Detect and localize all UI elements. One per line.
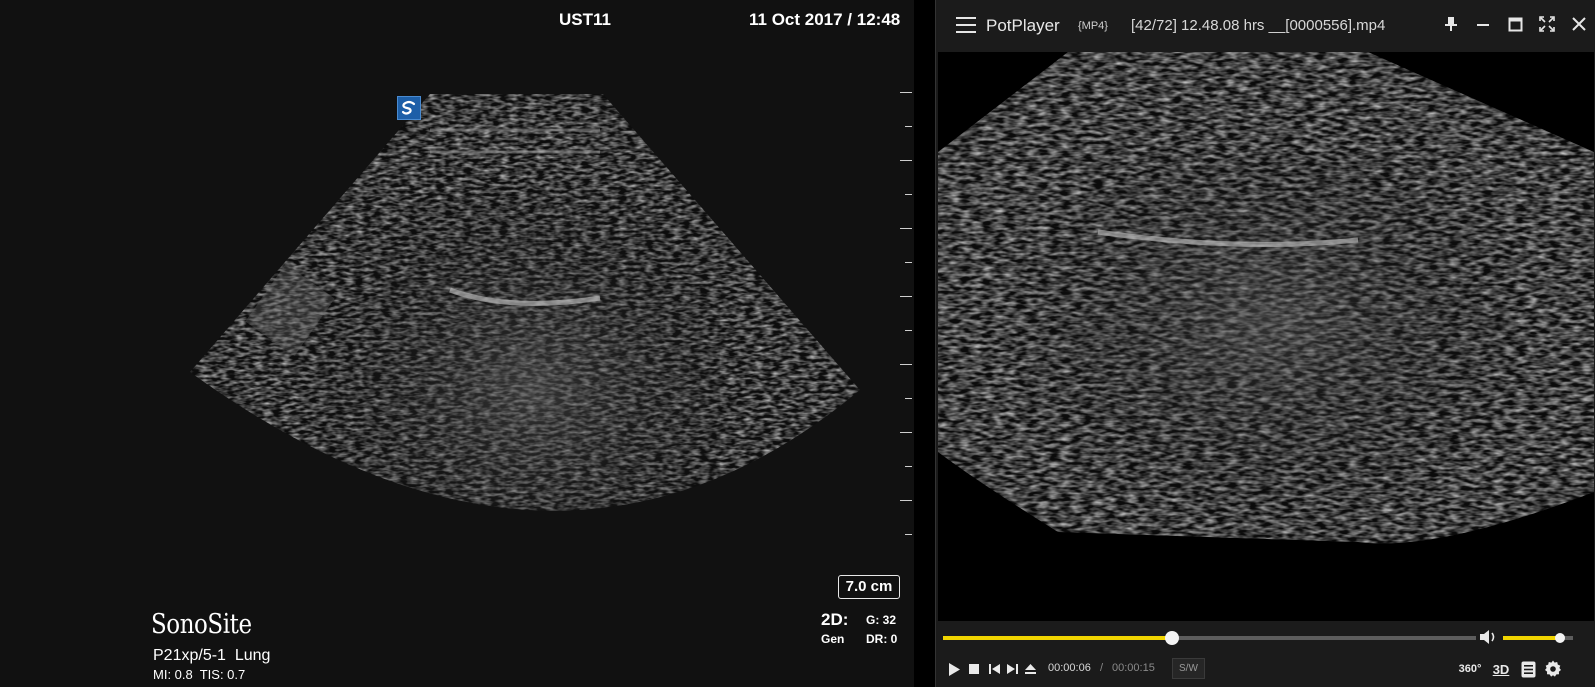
depth-scale [900, 92, 912, 542]
safety-indices: MI: 0.8 TIS: 0.7 [153, 667, 246, 682]
video-frame[interactable] [938, 52, 1594, 621]
volume-handle[interactable] [1555, 633, 1566, 643]
study-datetime: 11 Oct 2017 / 12:48 [749, 10, 901, 29]
study-id: UST11 [559, 10, 611, 29]
gain-readout: G: 32 [866, 613, 897, 627]
settings-gear-icon[interactable] [1542, 654, 1564, 684]
volume-icon[interactable] [1478, 628, 1498, 646]
depth-tick [900, 228, 912, 229]
playlist-icon[interactable] [1518, 654, 1538, 684]
total-time: 00:00:15 [1112, 662, 1155, 674]
depth-tick [905, 534, 912, 535]
next-icon[interactable] [1004, 654, 1020, 684]
depth-tick [900, 500, 912, 501]
vr-360-button[interactable]: 360° [1456, 654, 1484, 684]
depth-tick [900, 432, 912, 433]
depth-tick [900, 160, 912, 161]
stop-icon[interactable] [966, 654, 982, 684]
potplayer-window: PotPlayer {MP4} [42/72] 12.48.08 hrs __[… [935, 0, 1595, 687]
play-icon[interactable] [944, 654, 964, 684]
probe-preset: P21xp/5-1 Lung [153, 647, 271, 664]
seek-handle[interactable] [1165, 631, 1180, 645]
volume-slider[interactable] [1503, 630, 1573, 646]
previous-icon[interactable] [986, 654, 1002, 684]
maximize-icon[interactable] [1506, 14, 1524, 34]
depth-tick [900, 364, 912, 365]
sonosite-s-logo-icon [397, 96, 421, 120]
close-icon[interactable] [1570, 14, 1588, 34]
playback-controls: 00:00:06 / 00:00:15 S/W 360° 3D [936, 654, 1595, 684]
dynamic-range-readout: DR: 0 [866, 632, 898, 646]
volume-level [1503, 636, 1561, 640]
brand-logo: SonoSite [151, 609, 252, 640]
ultrasound-image [190, 94, 860, 511]
sw-codec-toggle[interactable]: S/W [1172, 658, 1205, 679]
depth-tick [905, 466, 912, 467]
file-title: [42/72] 12.48.08 hrs __[0000556].mp4 [1131, 17, 1386, 34]
depth-tick [905, 330, 912, 331]
exam-preset: Gen [821, 632, 845, 646]
depth-tick [905, 194, 912, 195]
depth-tick [905, 262, 912, 263]
seek-progress [943, 636, 1173, 640]
imaging-mode: 2D: [821, 610, 849, 629]
eject-icon[interactable] [1022, 654, 1038, 684]
fullscreen-icon[interactable] [1538, 14, 1556, 34]
depth-readout: 7.0 cm [838, 575, 900, 599]
format-badge: {MP4} [1078, 20, 1108, 32]
time-separator: / [1100, 662, 1104, 674]
minimize-icon[interactable] [1474, 14, 1492, 34]
depth-tick [905, 398, 912, 399]
app-name: PotPlayer [986, 16, 1060, 35]
seek-bar[interactable] [943, 630, 1476, 646]
depth-tick [905, 126, 912, 127]
hamburger-menu-icon[interactable] [956, 17, 976, 33]
ultrasound-display: UST11 11 Oct 2017 / 12:48 7.0 cm SonoSit… [0, 0, 914, 687]
video-ultrasound-image [938, 52, 1594, 544]
depth-tick [900, 296, 912, 297]
current-time: 00:00:06 [1048, 662, 1091, 674]
3d-button[interactable]: 3D [1489, 654, 1513, 684]
pin-icon[interactable] [1442, 14, 1460, 34]
title-bar[interactable]: PotPlayer {MP4} [42/72] 12.48.08 hrs __[… [936, 0, 1595, 52]
depth-tick [900, 92, 912, 93]
